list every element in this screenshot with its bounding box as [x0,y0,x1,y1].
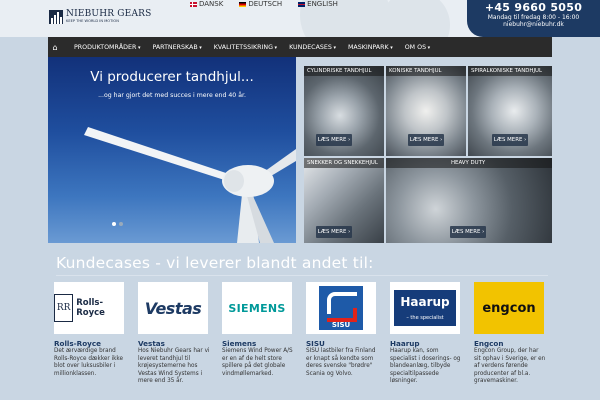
slider-dots [112,222,126,226]
lang-english[interactable]: ENGLISH [298,0,338,8]
case-card[interactable]: SIEMENS Siemens Siemens Wind Power A/S e… [222,282,294,378]
nav-om-os[interactable]: OM OS [405,44,430,51]
main-nav: ⌂ PRODUKTOMRÅDER PARTNERSKAB KVALITETSSI… [48,37,552,57]
tile-label: KONISKE TANDHJUL [386,66,466,76]
case-card[interactable]: RR Rolls-Royce Rolls-Royce Det ærværdige… [54,282,126,378]
case-name[interactable]: Rolls-Royce [54,339,126,348]
lang-label: ENGLISH [307,0,338,8]
lang-label: DANSK [199,0,224,8]
nav-kundecases[interactable]: KUNDECASES [289,44,336,51]
logo-name: NIEBUHR GEARS [66,9,152,19]
home-icon[interactable]: ⌂ [48,43,62,52]
hero-slider[interactable]: Vi producerer tandhjul... ...og har gjor… [48,57,296,243]
case-name[interactable]: Siemens [222,339,294,348]
case-desc: Siemens Wind Power A/S er en af de helt … [222,348,293,377]
top-header: NIEBUHR GEARS KEEP THE WORLD IN MOTION D… [0,0,600,37]
nav-produktomrader[interactable]: PRODUKTOMRÅDER [74,44,140,51]
slider-dot[interactable] [119,222,123,226]
logo-tagline: KEEP THE WORLD IN MOTION [66,19,119,23]
tile-label: CYLINDRISKE TANDHJUL [304,66,384,76]
tile-cylindrical-gears[interactable]: CYLINDRISKE TANDHJUL LÆS MERE › [304,66,384,156]
tile-spiral-bevel-gears[interactable]: SPIRALKONISKE TANDHJUL LÆS MERE › [468,66,552,156]
read-more-button[interactable]: LÆS MERE › [408,134,444,146]
tile-label: SPIRALKONISKE TANDHJUL [468,66,552,76]
hero-title: Vi producerer tandhjul... [90,69,254,85]
gear-decoration [380,0,450,37]
nav-partnerskab[interactable]: PARTNERSKAB [152,44,201,51]
language-switcher: DANSK DEUTSCH ENGLISH [190,0,354,8]
site-logo[interactable]: NIEBUHR GEARS KEEP THE WORLD IN MOTION [49,10,152,24]
lang-german[interactable]: DEUTSCH [239,0,282,8]
case-card[interactable]: engcon Engcon Engcon Group, der har sit … [474,282,546,386]
tile-bevel-gears[interactable]: KONISKE TANDHJUL LÆS MERE › [386,66,466,156]
case-card[interactable]: Vestas Vestas Hos Niebuhr Gears har vi l… [138,282,210,386]
contact-box: +45 9660 5050 Mandag til fredag 8:00 - 1… [467,0,600,37]
logo-mark-icon [49,10,63,24]
slider-dot[interactable] [112,222,116,226]
uk-flag-icon [298,1,306,7]
case-desc: Haarup kan, som specialist i doserings- … [390,348,461,385]
case-name[interactable]: Vestas [138,339,210,348]
engcon-logo[interactable]: engcon [474,282,544,334]
case-name[interactable]: SISU [306,339,378,348]
read-more-button[interactable]: LÆS MERE › [316,226,352,238]
hero-subtitle: ...og har gjort det med succes i mere en… [98,92,246,99]
danish-flag-icon [190,1,197,7]
nav-maskinpark[interactable]: MASKINPARK [348,44,393,51]
section-title: Kundecases - vi leverer blandt andet til… [56,254,374,272]
lang-danish[interactable]: DANSK [190,0,223,8]
vestas-logo[interactable]: Vestas [138,282,208,334]
contact-email[interactable]: niebuhr@niebuhr.dk [467,21,600,28]
read-more-button[interactable]: LÆS MERE › [450,226,486,238]
read-more-button[interactable]: LÆS MERE › [316,134,352,146]
rolls-royce-logo[interactable]: RR Rolls-Royce [54,282,124,334]
sisu-logo[interactable]: SISU [306,282,376,334]
german-flag-icon [239,1,247,7]
tile-label: SNEKKER OG SNEKKEHJUL [304,158,384,168]
siemens-logo[interactable]: SIEMENS [222,282,292,334]
tile-heavy-duty[interactable]: HEAVY DUTY LÆS MERE › [386,158,552,243]
tile-worm-gears[interactable]: SNEKKER OG SNEKKEHJUL LÆS MERE › [304,158,384,243]
case-desc: Det ærværdige brand Rolls-Royce dækker i… [54,348,124,377]
case-desc: Engcon Group, der har sit ophav i Sverig… [474,348,546,385]
read-more-button[interactable]: LÆS MERE › [492,134,528,146]
case-name[interactable]: Haarup [390,339,462,348]
tile-label: HEAVY DUTY [386,158,552,168]
lang-label: DEUTSCH [248,0,283,8]
case-desc: Hos Niebuhr Gears har vi leveret tandhju… [138,348,210,385]
case-card[interactable]: Haarup – the specialist Haarup Haarup ka… [390,282,462,386]
phone-number[interactable]: +45 9660 5050 [467,1,600,14]
opening-hours: Mandag til fredag 8:00 - 16:00 [487,14,580,21]
section-divider [56,275,548,276]
haarup-logo[interactable]: Haarup – the specialist [390,282,460,334]
case-desc: SISU lastbiler fra Finland er knapt så k… [306,348,376,377]
nav-kvalitetssikring[interactable]: KVALITETSSIKRING [214,44,277,51]
case-name[interactable]: Engcon [474,339,546,348]
case-card[interactable]: SISU SISU SISU lastbiler fra Finland er … [306,282,378,378]
